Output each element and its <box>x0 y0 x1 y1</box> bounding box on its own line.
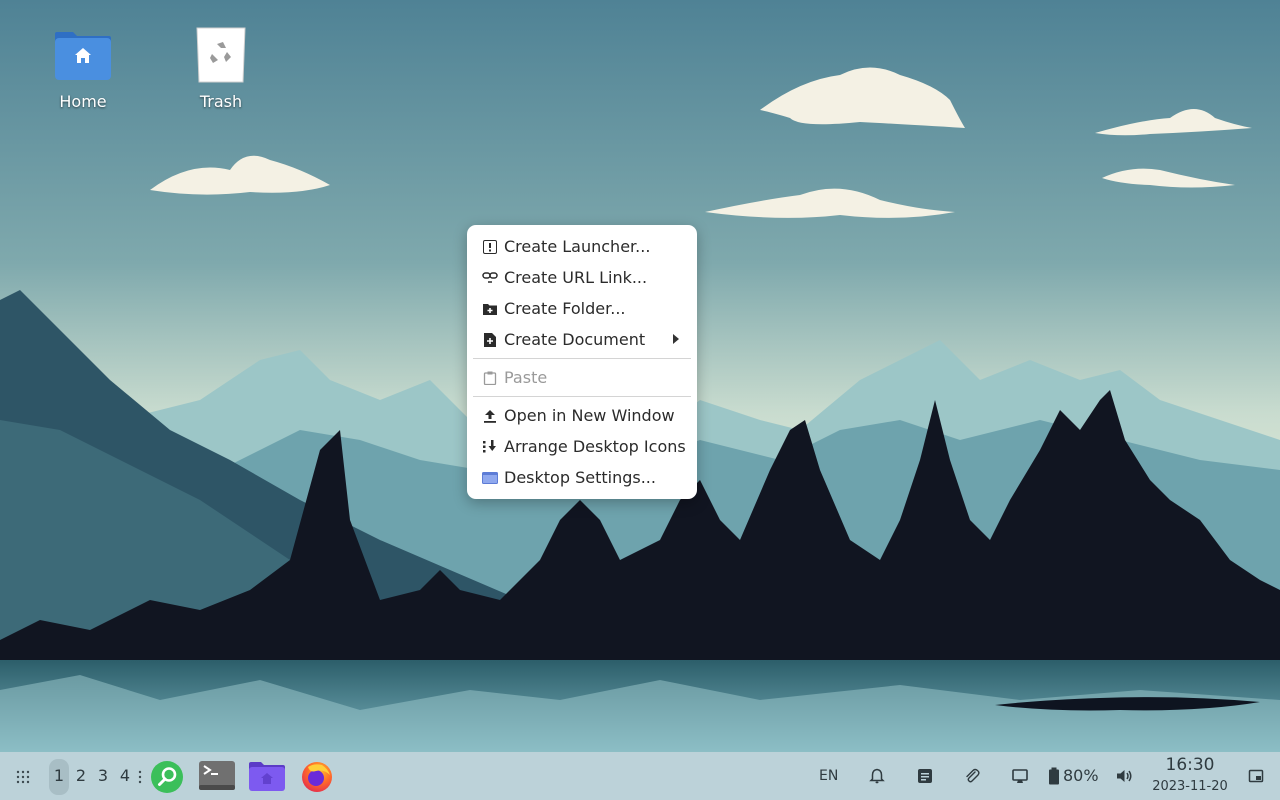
new-folder-icon <box>482 301 498 317</box>
menu-item-label: Desktop Settings... <box>504 468 656 487</box>
battery-percentage: 80% <box>1063 766 1099 785</box>
desktop-icon-trash[interactable]: Trash <box>171 24 271 111</box>
clock-date[interactable]: 2023-11-20 <box>1140 779 1240 794</box>
clipboard-icon <box>482 370 498 386</box>
arrange-icon <box>482 439 498 455</box>
menu-item-arrange-icons[interactable]: Arrange Desktop Icons <box>467 431 697 462</box>
workspace-overflow-icon[interactable] <box>138 769 142 788</box>
terminal-icon[interactable] <box>199 761 235 795</box>
taskbar: 1 2 3 4 EN 80% <box>0 752 1280 800</box>
menu-separator <box>473 396 691 397</box>
new-document-icon <box>482 332 498 348</box>
firefox-icon[interactable] <box>300 759 334 797</box>
desktop-context-menu: Create Launcher... Create URL Link... Cr… <box>467 225 697 499</box>
menu-item-open-new-window[interactable]: Open in New Window <box>467 400 697 431</box>
keyboard-layout-indicator[interactable]: EN <box>819 768 838 784</box>
search-app-icon[interactable] <box>150 760 184 798</box>
menu-item-create-document[interactable]: Create Document <box>467 324 697 355</box>
workspace-2-button[interactable]: 2 <box>72 764 90 788</box>
volume-icon[interactable] <box>1115 767 1133 789</box>
menu-item-label: Open in New Window <box>504 406 675 425</box>
app-menu-grid-icon[interactable] <box>12 766 34 788</box>
workspace-4-button[interactable]: 4 <box>116 764 134 788</box>
workspace-1-button[interactable]: 1 <box>50 764 68 788</box>
menu-item-label: Create Document <box>504 330 646 349</box>
trash-icon <box>189 24 253 88</box>
menu-separator <box>473 358 691 359</box>
menu-item-label: Create URL Link... <box>504 268 648 287</box>
menu-item-desktop-settings[interactable]: Desktop Settings... <box>467 462 697 493</box>
desktop-icon-label: Trash <box>199 92 243 111</box>
menu-item-paste[interactable]: Paste <box>467 362 697 393</box>
desktop-icon-label: Home <box>59 92 107 111</box>
desktop-settings-icon <box>482 470 498 486</box>
menu-item-create-folder[interactable]: Create Folder... <box>467 293 697 324</box>
display-icon[interactable] <box>1012 768 1028 788</box>
notes-icon[interactable] <box>917 768 933 788</box>
menu-item-label: Arrange Desktop Icons <box>504 437 686 456</box>
home-folder-icon <box>51 24 115 88</box>
file-manager-icon[interactable] <box>248 760 286 796</box>
submenu-arrow-icon <box>673 334 679 344</box>
launcher-icon <box>482 239 498 255</box>
battery-icon[interactable] <box>1048 767 1060 789</box>
clock-time[interactable]: 16:30 <box>1150 755 1230 775</box>
menu-item-label: Create Folder... <box>504 299 626 318</box>
menu-item-label: Paste <box>504 368 548 387</box>
menu-item-create-launcher[interactable]: Create Launcher... <box>467 231 697 262</box>
upload-icon <box>482 408 498 424</box>
show-desktop-icon[interactable] <box>1248 768 1264 788</box>
notification-bell-icon[interactable] <box>869 768 885 788</box>
desktop-icon-home[interactable]: Home <box>33 24 133 111</box>
paperclip-icon[interactable] <box>964 768 980 788</box>
menu-item-label: Create Launcher... <box>504 237 651 256</box>
link-icon <box>482 270 498 286</box>
menu-item-create-url-link[interactable]: Create URL Link... <box>467 262 697 293</box>
workspace-3-button[interactable]: 3 <box>94 764 112 788</box>
